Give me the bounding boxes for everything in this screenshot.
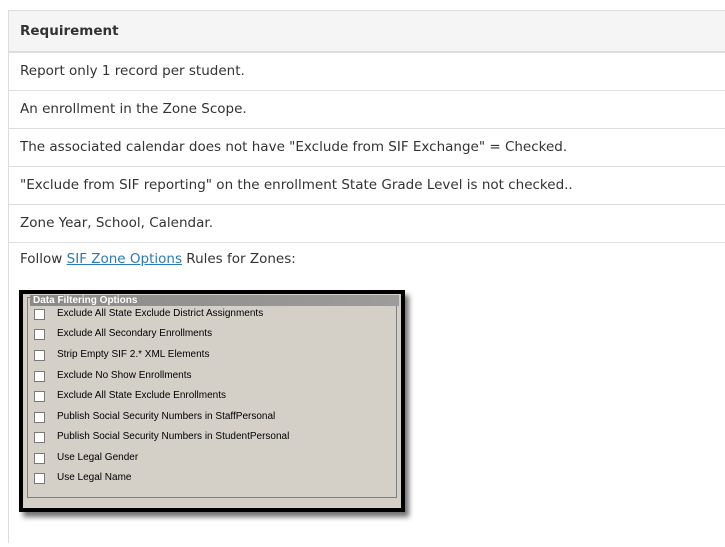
- option-label: Strip Empty SIF 2.* XML Elements: [57, 349, 210, 360]
- table-row: "Exclude from SIF reporting" on the enro…: [9, 167, 725, 205]
- option-label: Publish Social Security Numbers in Stude…: [57, 431, 290, 442]
- checkbox[interactable]: [34, 452, 45, 464]
- data-filtering-group: Data Filtering Options Exclude All State…: [27, 295, 399, 498]
- follow-prefix: Follow: [20, 251, 67, 267]
- checkbox[interactable]: [34, 349, 45, 361]
- option-legal-gender[interactable]: Use Legal Gender: [34, 449, 138, 467]
- option-exclude-state-enrollments[interactable]: Exclude All State Exclude Enrollments: [34, 387, 226, 405]
- table-row: An enrollment in the Zone Scope.: [9, 91, 725, 129]
- option-ssn-student[interactable]: Publish Social Security Numbers in Stude…: [34, 428, 289, 446]
- checkbox[interactable]: [34, 328, 45, 340]
- option-label: Exclude All Secondary Enrollments: [57, 328, 213, 339]
- table-row: Report only 1 record per student.: [9, 53, 725, 91]
- checkbox[interactable]: [34, 431, 45, 443]
- checkbox[interactable]: [34, 472, 45, 484]
- checkbox[interactable]: [34, 411, 45, 423]
- option-exclude-secondary-enrollments[interactable]: Exclude All Secondary Enrollments: [34, 325, 212, 343]
- option-exclude-no-show[interactable]: Exclude No Show Enrollments: [34, 367, 192, 385]
- option-legal-name[interactable]: Use Legal Name: [34, 469, 131, 487]
- option-label: Exclude All State Exclude Enrollments: [57, 390, 226, 401]
- follow-suffix: Rules for Zones:: [182, 251, 296, 267]
- data-filtering-screenshot: Data Filtering Options Exclude All State…: [19, 290, 405, 512]
- checkbox[interactable]: [34, 370, 45, 382]
- option-label: Publish Social Security Numbers in Staff…: [57, 411, 276, 422]
- checkbox[interactable]: [34, 390, 45, 402]
- option-label: Exclude No Show Enrollments: [57, 370, 192, 381]
- option-ssn-staff[interactable]: Publish Social Security Numbers in Staff…: [34, 408, 275, 426]
- option-exclude-state-district-assignments[interactable]: Exclude All State Exclude District Assig…: [34, 305, 263, 323]
- table-row: Zone Year, School, Calendar.: [9, 205, 725, 243]
- option-label: Use Legal Gender: [57, 452, 139, 463]
- option-label: Use Legal Name: [57, 472, 132, 483]
- option-strip-empty-xml[interactable]: Strip Empty SIF 2.* XML Elements: [34, 346, 209, 364]
- table-header: Requirement: [9, 10, 725, 53]
- checkbox[interactable]: [34, 308, 45, 320]
- follow-text: Follow SIF Zone Options Rules for Zones:: [20, 243, 725, 269]
- panel-body: Data Filtering Options Exclude All State…: [23, 294, 401, 508]
- sif-zone-options-link[interactable]: SIF Zone Options: [67, 251, 182, 267]
- table-row: The associated calendar does not have "E…: [9, 129, 725, 167]
- option-label: Exclude All State Exclude District Assig…: [57, 308, 264, 319]
